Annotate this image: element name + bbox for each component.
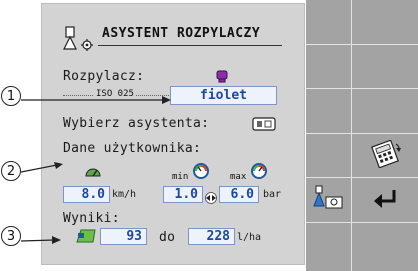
softkey-1[interactable] xyxy=(352,0,418,44)
softkey-bar xyxy=(306,0,418,271)
speedometer-icon xyxy=(84,163,102,177)
user-data-label: Dane użytkownika: xyxy=(63,141,202,156)
speed-field[interactable]: 8.0 xyxy=(63,186,110,203)
callout-3-arrow xyxy=(20,230,61,244)
swap-arrows-icon xyxy=(205,189,217,204)
pressure-max-field[interactable]: 6.0 xyxy=(219,186,259,203)
nozzle-color-icon xyxy=(215,69,229,83)
nozzle-value: fiolet xyxy=(200,88,247,103)
header-underline xyxy=(98,45,282,46)
pressure-min-field[interactable]: 1.0 xyxy=(163,186,203,203)
results-unit: l/ha xyxy=(237,232,262,243)
callout-1-arrow xyxy=(21,90,171,104)
softkey-nozzle[interactable] xyxy=(306,178,351,222)
results-from-value: 93 xyxy=(126,229,142,244)
softkey-back[interactable] xyxy=(352,178,418,222)
page-title: ASYSTENT ROZPYLACZY xyxy=(102,26,261,41)
nozzle-settings-icon xyxy=(312,184,345,216)
callout-3: 3 xyxy=(1,226,21,246)
results-to-value: 228 xyxy=(206,229,230,244)
assistant-label: Wybierz asystenta: xyxy=(63,116,210,131)
speed-value: 8.0 xyxy=(81,187,105,202)
field-rate-icon xyxy=(75,228,97,244)
callout-2: 2 xyxy=(1,161,21,181)
pressure-max-gauge-icon xyxy=(250,162,268,180)
assistant-select-icon[interactable] xyxy=(252,116,276,131)
results-to-field: 228 xyxy=(188,228,235,245)
pressure-min-gauge-icon xyxy=(192,162,210,180)
softkey-calculator[interactable] xyxy=(352,134,418,177)
results-label: Wyniki: xyxy=(63,211,120,226)
header-icon xyxy=(61,25,97,53)
results-from-field: 93 xyxy=(100,228,147,245)
pressure-min-label: min xyxy=(172,172,189,182)
pressure-max-value: 6.0 xyxy=(230,187,254,202)
callout-2-arrow xyxy=(20,160,63,174)
nozzle-label: Rozpylacz: xyxy=(63,69,145,84)
back-arrow-icon xyxy=(372,187,398,213)
calculator-icon xyxy=(368,138,402,172)
speed-unit: km/h xyxy=(112,189,137,200)
softkey-3[interactable] xyxy=(352,89,418,133)
results-to-label: do xyxy=(159,230,176,245)
pressure-max-label: max xyxy=(230,172,247,182)
pressure-max-unit: bar xyxy=(263,189,282,200)
nozzle-field[interactable]: fiolet xyxy=(170,86,277,105)
softkey-2[interactable] xyxy=(352,45,418,88)
softkey-bottom[interactable] xyxy=(352,223,418,271)
callout-1: 1 xyxy=(1,86,21,106)
pressure-min-value: 1.0 xyxy=(174,187,198,202)
